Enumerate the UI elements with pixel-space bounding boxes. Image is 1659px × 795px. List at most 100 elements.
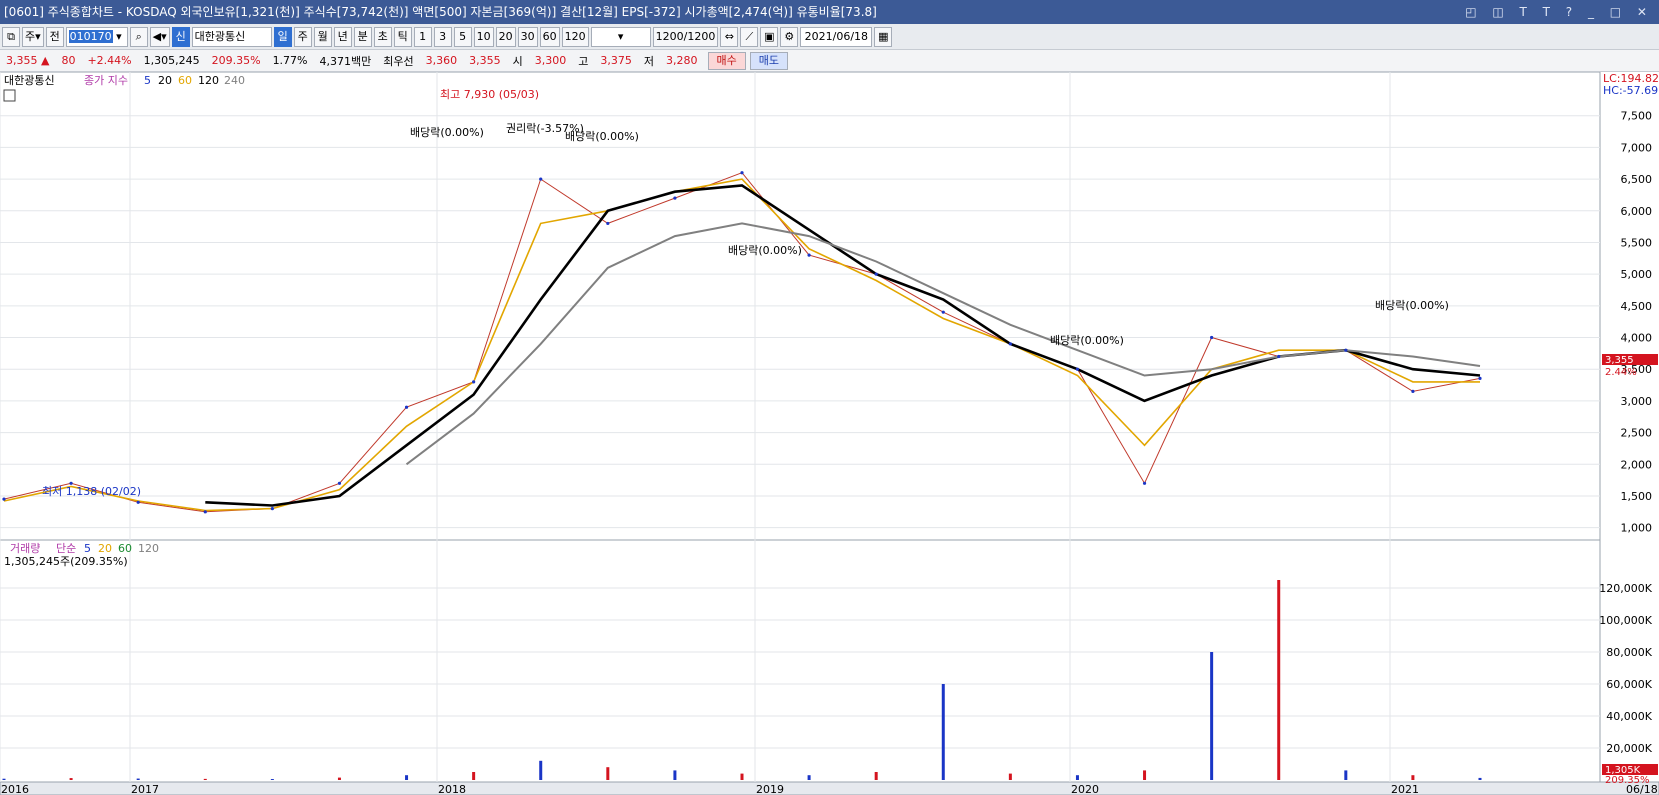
period-second[interactable]: 초 xyxy=(373,26,392,47)
chart-area[interactable]: 대한광통신 종가 지수 5 20 60 120 240 LC:194.82 HC… xyxy=(0,72,1659,795)
x-axis-label: 2016 xyxy=(1,783,29,795)
x-axis-label: 2021 xyxy=(1391,783,1419,795)
search-icon[interactable]: ⌕ xyxy=(129,26,148,47)
scale-icon[interactable]: ⇔ xyxy=(720,26,739,47)
volume-bar xyxy=(1008,773,1012,780)
speaker-icon[interactable]: ◀▾ xyxy=(149,26,170,47)
interval-20[interactable]: 20 xyxy=(495,26,516,47)
period-tick[interactable]: 틱 xyxy=(393,26,412,47)
volume-y-tick: 120,000K xyxy=(1599,582,1652,595)
volume-y-tick: 20,000K xyxy=(1606,742,1652,755)
quote-row: 3,355 ▲ 80 +2.44% 1,305,245 209.35% 1.77… xyxy=(0,50,1659,72)
interval-120[interactable]: 120 xyxy=(561,26,589,47)
volume-legend-ma-label: 단순 xyxy=(56,542,76,555)
low-label: 저 xyxy=(643,54,654,68)
price-y-tick: 2,000 xyxy=(1621,458,1653,471)
volume-bar xyxy=(2,778,6,780)
interval-10[interactable]: 10 xyxy=(473,26,494,47)
price-point xyxy=(1478,376,1482,381)
x-axis-label: 2019 xyxy=(756,783,784,795)
count-field[interactable]: 1200/1200 xyxy=(652,26,719,47)
price-point xyxy=(941,310,945,314)
interval-60[interactable]: 60 xyxy=(539,26,560,47)
stock-chart-svg[interactable]: 대한광통신 종가 지수 5 20 60 120 240 LC:194.82 HC… xyxy=(0,72,1659,795)
volume-bar xyxy=(1344,770,1348,780)
event-annotation: 배당락(0.00%) xyxy=(410,126,484,139)
price-point xyxy=(740,171,744,175)
price-point xyxy=(404,405,409,409)
stock-code-input[interactable]: 010170 ▾ xyxy=(65,26,128,47)
volume-legend-label: 거래량 xyxy=(10,542,40,555)
volume-y-tick: 80,000K xyxy=(1606,646,1652,659)
vol-legend-5: 5 xyxy=(84,542,91,555)
volume-bar xyxy=(1210,652,1214,780)
price-point xyxy=(606,221,610,226)
x-axis-label: 2018 xyxy=(438,783,466,795)
volume-bar xyxy=(270,779,274,780)
save-icon[interactable]: ▣ xyxy=(760,26,779,47)
draw-icon[interactable]: ⟋ xyxy=(740,26,759,47)
period-month[interactable]: 월 xyxy=(313,26,332,47)
period-day[interactable]: 일 xyxy=(273,26,292,47)
best-bid: 3,355 xyxy=(469,54,501,67)
stock-name-field: 대한광통신 xyxy=(191,26,272,47)
period-week[interactable]: 주 xyxy=(293,26,312,47)
event-annotation: 배당락(0.00%) xyxy=(565,130,639,143)
settings-gear-icon[interactable]: ⚙ xyxy=(780,26,799,47)
window-controls[interactable]: ◰ ◫ T T ? _ □ ✕ xyxy=(1465,0,1653,24)
price-point xyxy=(1411,389,1415,393)
price-y-tick: 4,500 xyxy=(1621,300,1653,313)
market-select[interactable]: 주▾ xyxy=(22,26,44,47)
high-value: 3,375 xyxy=(600,54,632,67)
interval-5[interactable]: 5 xyxy=(453,26,472,47)
price-point xyxy=(539,177,543,181)
low-annotation: 최저 1,138 (02/02) xyxy=(42,485,141,498)
legend-ma240: 240 xyxy=(224,74,245,87)
interval-custom-select[interactable]: ▾ xyxy=(590,26,651,47)
volume-bar xyxy=(1411,775,1415,780)
volume-bar xyxy=(539,760,543,780)
price-y-tick: 7,500 xyxy=(1621,110,1653,123)
period-minute[interactable]: 분 xyxy=(353,26,372,47)
price-y-tick: 2,500 xyxy=(1621,427,1653,440)
period-year[interactable]: 년 xyxy=(333,26,352,47)
prev-button[interactable]: 전 xyxy=(45,26,64,47)
volume-bar xyxy=(740,773,744,780)
interval-1[interactable]: 1 xyxy=(413,26,432,47)
volume-bar xyxy=(405,775,409,780)
volume-y-axis: 120,000K 100,000K 80,000K 60,000K 40,000K 20,… xyxy=(1599,582,1652,755)
volume-bar xyxy=(1075,775,1079,780)
price-point xyxy=(1344,348,1348,352)
volume-bar xyxy=(472,772,476,780)
interval-3[interactable]: 3 xyxy=(433,26,452,47)
calendar-icon[interactable]: ▦ xyxy=(874,26,893,47)
volume-current-label: 1,305,245주(209.35%) xyxy=(4,555,128,568)
legend-ma60: 60 xyxy=(178,74,192,87)
price-point xyxy=(874,272,878,276)
low-value: 3,280 xyxy=(666,54,698,67)
hc-label: HC:-57.69 xyxy=(1603,84,1658,97)
buy-button[interactable]: 매수 xyxy=(707,51,746,70)
new-button[interactable]: 신 xyxy=(171,26,190,47)
window-title: [0601] 주식종합차트 - KOSDAQ 외국인보유[1,321(천)] 주… xyxy=(4,5,877,19)
link-icon[interactable]: ⧉ xyxy=(2,26,20,47)
volume-bar xyxy=(136,778,140,780)
price-y-tick: 1,000 xyxy=(1621,522,1653,535)
date-field[interactable]: 2021/06/18 xyxy=(800,26,873,47)
price-point xyxy=(270,507,274,511)
price-point xyxy=(1277,354,1281,359)
interval-30[interactable]: 30 xyxy=(517,26,538,47)
price-y-axis: 7,500 7,000 6,500 6,000 5,500 5,000 4,500 4,000… xyxy=(1621,110,1653,535)
price-point xyxy=(807,253,811,257)
price-y-tick: 6,500 xyxy=(1621,173,1653,186)
price-y-tick: 6,000 xyxy=(1621,205,1653,218)
toolbar: ⧉ 주▾ 전 010170 ▾ ⌕ ◀▾ 신 대한광통신 일 주 월 년 분 초… xyxy=(0,24,1659,50)
market-label: 주 xyxy=(25,29,36,43)
volume-bar xyxy=(337,777,341,780)
volume-y-tick: 100,000K xyxy=(1599,614,1652,627)
sell-button[interactable]: 매도 xyxy=(749,51,788,70)
price-legend-name: 대한광통신 xyxy=(4,74,55,87)
legend-ma120: 120 xyxy=(198,74,219,87)
current-price: 3,355 ▲ xyxy=(6,54,50,67)
volume-bar xyxy=(807,775,811,780)
